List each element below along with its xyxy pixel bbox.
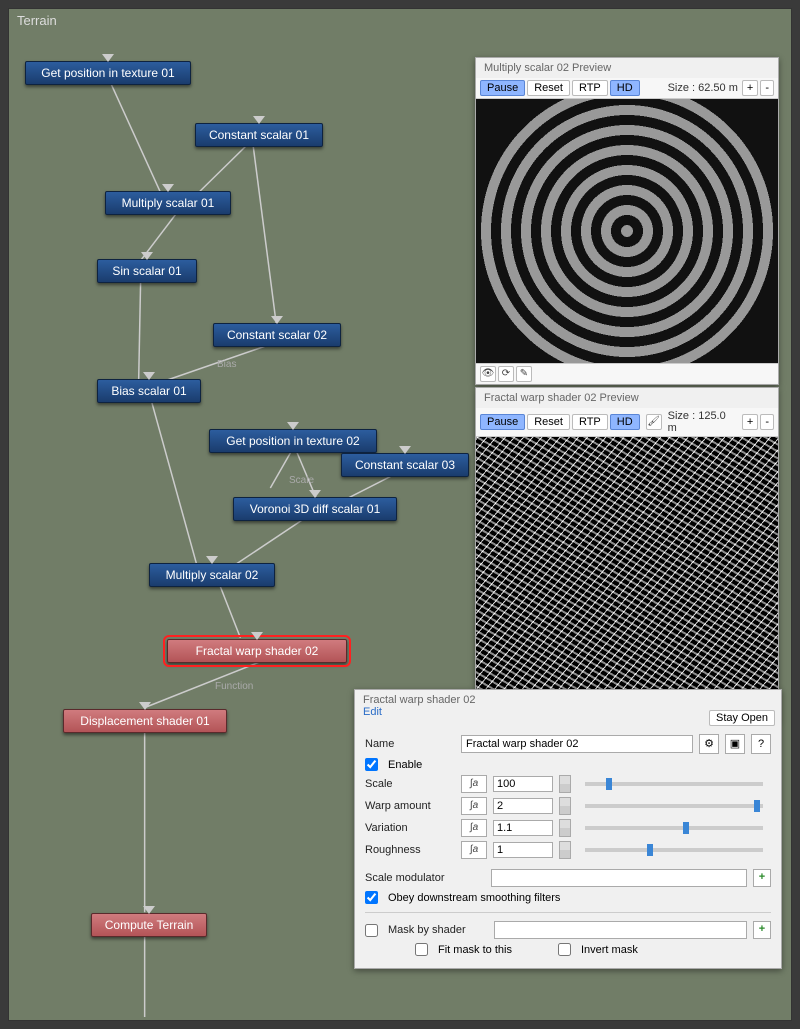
preview2-pause-button[interactable]: Pause (480, 414, 525, 430)
enable-checkbox[interactable] (365, 758, 378, 771)
invert-mask-label: Invert mask (581, 944, 638, 956)
function-icon[interactable]: ∫a (461, 819, 487, 837)
wire-label-function: Function (215, 681, 253, 692)
function-icon[interactable]: ∫a (461, 775, 487, 793)
param-title: Fractal warp shader 02 (363, 694, 476, 706)
preview1-pause-button[interactable]: Pause (480, 80, 525, 96)
preview-fractal-warp-02[interactable]: Fractal warp shader 02 Preview Pause Res… (475, 387, 779, 723)
eye-icon[interactable]: 👁 (480, 366, 496, 382)
obey-checkbox[interactable] (365, 891, 378, 904)
preview1-title: Multiply scalar 02 Preview (476, 58, 778, 78)
add-scale-mod-button[interactable]: + (753, 869, 771, 887)
preview2-reset-button[interactable]: Reset (527, 414, 570, 430)
roughness-label: Roughness (365, 844, 455, 856)
preview2-title: Fractal warp shader 02 Preview (476, 388, 778, 408)
scale-slider[interactable] (585, 782, 763, 786)
preview1-toolbar: Pause Reset RTP HD Size : 62.50 m + - (476, 78, 778, 99)
preview1-hd-button[interactable]: HD (610, 80, 640, 96)
preview1-size-label: Size : 62.50 m (666, 82, 740, 94)
canvas-title: Terrain (17, 13, 57, 28)
roughness-input[interactable] (493, 842, 553, 858)
preview1-image[interactable] (476, 99, 778, 363)
scale-input[interactable] (493, 776, 553, 792)
scale-spinner[interactable] (559, 775, 571, 793)
preview2-image[interactable] (476, 437, 778, 701)
variation-slider[interactable] (585, 826, 763, 830)
preview2-hd-button[interactable]: HD (610, 414, 640, 430)
node-voronoi-3d-diff[interactable]: Voronoi 3D diff scalar 01 (233, 497, 397, 521)
preview-multiply-scalar-02[interactable]: Multiply scalar 02 Preview Pause Reset R… (475, 57, 779, 385)
node-displacement-shader-01[interactable]: Displacement shader 01 (63, 709, 227, 733)
mask-checkbox[interactable] (365, 924, 378, 937)
preview1-zoom-out-button[interactable]: - (760, 80, 774, 96)
obey-label: Obey downstream smoothing filters (388, 892, 560, 904)
node-get-position-02[interactable]: Get position in texture 02 (209, 429, 377, 453)
preview2-size-label: Size : 125.0 m (666, 410, 740, 434)
brush-icon[interactable]: 🖌 (646, 414, 662, 430)
parameters-panel-fractal-warp[interactable]: Fractal warp shader 02 Edit Stay Open Na… (354, 689, 782, 969)
node-constant-scalar-02[interactable]: Constant scalar 02 (213, 323, 341, 347)
variation-spinner[interactable] (559, 819, 571, 837)
node-bias-scalar-01[interactable]: Bias scalar 01 (97, 379, 201, 403)
node-graph-canvas[interactable]: Terrain Bias Scale Function Get position… (8, 8, 792, 1021)
warp-label: Warp amount (365, 800, 455, 812)
name-label: Name (365, 738, 455, 750)
warp-slider[interactable] (585, 804, 763, 808)
preview2-toolbar: Pause Reset RTP HD 🖌 Size : 125.0 m + - (476, 408, 778, 437)
preview-icon[interactable]: ▣ (725, 734, 745, 754)
warp-input[interactable] (493, 798, 553, 814)
preview1-reset-button[interactable]: Reset (527, 80, 570, 96)
variation-label: Variation (365, 822, 455, 834)
scale-mod-label: Scale modulator (365, 872, 485, 884)
node-sin-scalar-01[interactable]: Sin scalar 01 (97, 259, 197, 283)
preview2-zoom-out-button[interactable]: - (760, 414, 774, 430)
preview1-rtp-button[interactable]: RTP (572, 80, 608, 96)
variation-input[interactable] (493, 820, 553, 836)
name-input[interactable] (461, 735, 693, 753)
scale-modulator-input[interactable] (491, 869, 747, 887)
fit-mask-label: Fit mask to this (438, 944, 512, 956)
node-multiply-scalar-02[interactable]: Multiply scalar 02 (149, 563, 275, 587)
warp-spinner[interactable] (559, 797, 571, 815)
mask-label: Mask by shader (388, 924, 488, 936)
preview2-zoom-in-button[interactable]: + (742, 414, 758, 430)
node-multiply-scalar-01[interactable]: Multiply scalar 01 (105, 191, 231, 215)
node-compute-terrain[interactable]: Compute Terrain (91, 913, 207, 937)
fit-mask-checkbox[interactable] (415, 943, 428, 956)
divider (365, 912, 771, 913)
roughness-spinner[interactable] (559, 841, 571, 859)
mask-shader-input[interactable] (494, 921, 747, 939)
roughness-slider[interactable] (585, 848, 763, 852)
node-constant-scalar-01[interactable]: Constant scalar 01 (195, 123, 323, 147)
preview1-bottom-bar: 👁 ⟳ ✎ (476, 363, 778, 384)
node-fractal-warp-shader-02[interactable]: Fractal warp shader 02 (167, 639, 347, 663)
stay-open-button[interactable]: Stay Open (709, 710, 775, 726)
help-button[interactable]: ? (751, 734, 771, 754)
function-icon[interactable]: ∫a (461, 797, 487, 815)
enable-label: Enable (388, 759, 422, 771)
preview1-zoom-in-button[interactable]: + (742, 80, 758, 96)
invert-mask-checkbox[interactable] (558, 943, 571, 956)
edit-link[interactable]: Edit (363, 706, 382, 718)
gear-icon[interactable]: ⚙ (699, 734, 719, 754)
add-mask-button[interactable]: + (753, 921, 771, 939)
function-icon[interactable]: ∫a (461, 841, 487, 859)
node-constant-scalar-03[interactable]: Constant scalar 03 (341, 453, 469, 477)
wire-label-scale: Scale (289, 475, 314, 486)
scale-label: Scale (365, 778, 455, 790)
wire-label-bias: Bias (217, 359, 236, 370)
preview2-rtp-button[interactable]: RTP (572, 414, 608, 430)
node-get-position-01[interactable]: Get position in texture 01 (25, 61, 191, 85)
picker-icon[interactable]: ✎ (516, 366, 532, 382)
refresh-icon[interactable]: ⟳ (498, 366, 514, 382)
